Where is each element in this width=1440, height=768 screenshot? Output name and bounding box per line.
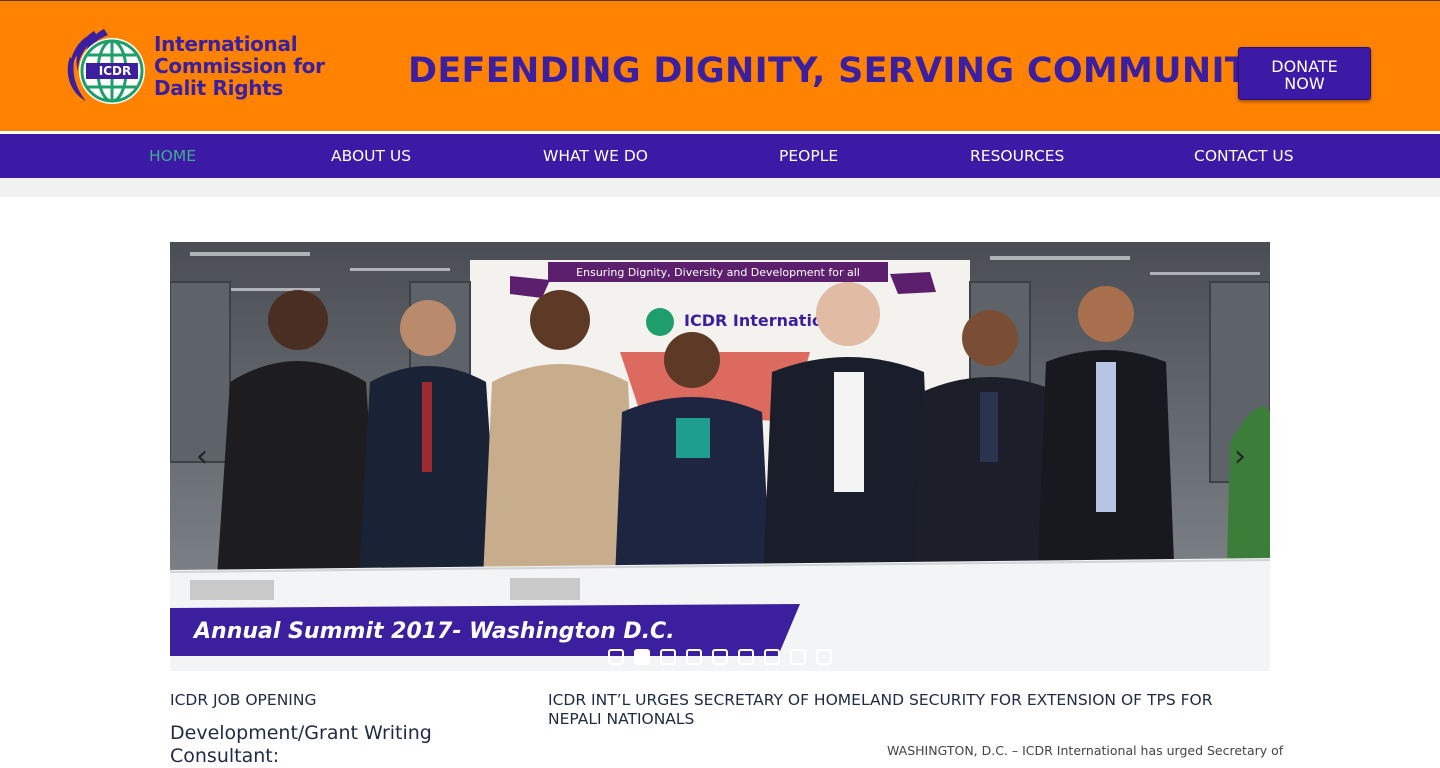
- chevron-left-icon: ‹: [196, 439, 208, 474]
- nav-item-resources[interactable]: RESOURCES: [970, 146, 1064, 166]
- logo-name-line-3: Dalit Rights: [154, 76, 284, 100]
- slider-dot-active[interactable]: [634, 649, 650, 665]
- slider-dot[interactable]: [608, 649, 624, 665]
- nav-item-people[interactable]: PEOPLE: [779, 146, 838, 166]
- hero-slider[interactable]: Ensuring Dignity, Diversity and Developm…: [170, 242, 1270, 671]
- slider-dot[interactable]: [790, 649, 806, 665]
- slide-caption: Annual Summit 2017- Washington D.C.: [192, 619, 675, 644]
- donate-now-button[interactable]: DONATE NOW: [1238, 47, 1371, 100]
- slider-dot[interactable]: [738, 649, 754, 665]
- nav-item-contact-us[interactable]: CONTACT US: [1194, 146, 1294, 166]
- job-opening-subtitle[interactable]: Development/Grant Writing Consultant:: [170, 722, 500, 768]
- logo-name-line-2: Commission for: [154, 54, 325, 78]
- job-opening-title[interactable]: ICDR JOB OPENING: [170, 691, 316, 710]
- site-logo[interactable]: ICDR International Commission for Dalit …: [64, 27, 354, 109]
- donate-label-line-1: DONATE: [1271, 57, 1338, 76]
- slider-dot[interactable]: [686, 649, 702, 665]
- slider-prev-button[interactable]: ‹: [190, 440, 214, 474]
- donate-label-line-2: NOW: [1284, 74, 1325, 93]
- site-header: ICDR International Commission for Dalit …: [0, 0, 1440, 131]
- logo-name-line-1: International: [154, 32, 298, 56]
- slider-dot[interactable]: [816, 649, 832, 665]
- news-title[interactable]: ICDR INT’L URGES SECRETARY OF HOMELAND S…: [548, 691, 1270, 729]
- slider-dot[interactable]: [660, 649, 676, 665]
- nav-item-what-we-do[interactable]: WHAT WE DO: [543, 146, 648, 166]
- nav-subbar: [0, 178, 1440, 197]
- slide-banner-text: Ensuring Dignity, Diversity and Developm…: [576, 266, 860, 279]
- slider-dot[interactable]: [764, 649, 780, 665]
- main-navigation: HOME ABOUT US WHAT WE DO PEOPLE RESOURCE…: [0, 134, 1440, 178]
- slide-photo: Ensuring Dignity, Diversity and Developm…: [170, 242, 1270, 671]
- nav-item-home[interactable]: HOME: [149, 146, 196, 166]
- chevron-right-icon: ›: [1234, 439, 1246, 474]
- slider-next-button[interactable]: ›: [1228, 440, 1252, 474]
- slider-dot[interactable]: [712, 649, 728, 665]
- logo-badge-text: ICDR: [98, 64, 132, 78]
- slider-pagination: [608, 649, 832, 665]
- logo-org-name: International Commission for Dalit Right…: [154, 33, 354, 99]
- site-slogan: DEFENDING DIGNITY, SERVING COMMUNITY!: [408, 51, 1291, 91]
- news-excerpt: WASHINGTON, D.C. – ICDR International ha…: [887, 743, 1284, 758]
- nav-item-about-us[interactable]: ABOUT US: [331, 146, 411, 166]
